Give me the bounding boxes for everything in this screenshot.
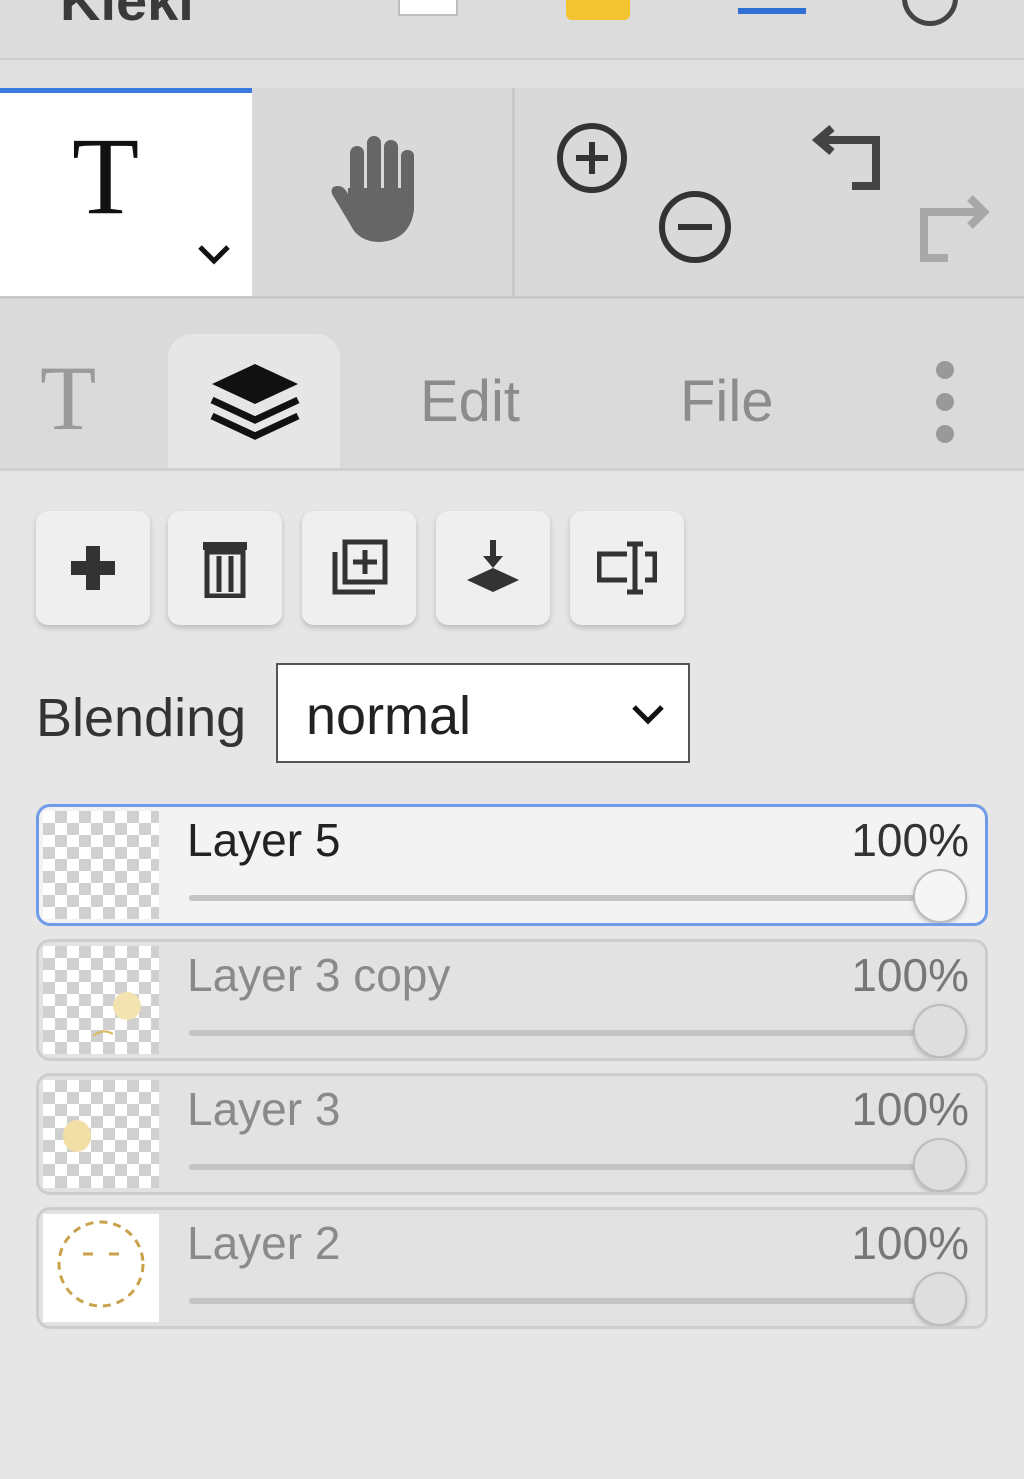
tool-toolbar: T <box>0 88 1024 299</box>
opacity-slider-thumb[interactable] <box>913 1138 967 1192</box>
layer-thumbnail <box>43 946 159 1054</box>
active-indicator <box>738 8 806 14</box>
hand-icon[interactable] <box>320 128 440 248</box>
tab-layers[interactable] <box>168 334 340 468</box>
layer-name: Layer 2 <box>187 1217 341 1269</box>
blending-label: Blending <box>36 688 247 748</box>
app-header: Kleki <box>0 0 1024 60</box>
help-icon[interactable] <box>902 0 958 26</box>
toolbar-divider <box>512 88 515 296</box>
layers-panel: Blending normal Layer 5 100% Layer 3 cop… <box>0 471 1024 1479</box>
text-tool-icon: T <box>72 115 140 237</box>
chevron-down-icon[interactable] <box>196 239 232 269</box>
layer-opacity-value: 100% <box>851 814 969 866</box>
layer-name: Layer 5 <box>187 814 341 866</box>
blending-select[interactable]: normal <box>276 663 690 763</box>
zoom-in-icon[interactable] <box>554 120 630 196</box>
app-logo: Kleki <box>60 0 194 32</box>
tab-text[interactable]: T <box>40 352 96 444</box>
text-tool-button[interactable]: T <box>0 88 252 296</box>
plus-icon <box>71 546 115 590</box>
tab-edit[interactable]: Edit <box>420 368 520 435</box>
duplicate-layer-button[interactable] <box>302 511 416 625</box>
zoom-out-icon[interactable] <box>656 188 734 266</box>
layer-row[interactable]: Layer 3 copy 100% <box>36 939 988 1061</box>
rename-layer-button[interactable] <box>570 511 684 625</box>
layer-thumbnail <box>43 1080 159 1188</box>
duplicate-icon <box>332 539 388 595</box>
layer-name: Layer 3 <box>187 1083 341 1135</box>
more-vertical-icon[interactable] <box>920 356 970 448</box>
blending-value: normal <box>306 686 472 746</box>
secondary-color-swatch[interactable] <box>398 0 458 16</box>
layer-opacity-value: 100% <box>851 1083 969 1135</box>
layer-thumbnail <box>43 811 159 919</box>
opacity-slider-track[interactable] <box>189 1030 939 1036</box>
undo-icon[interactable] <box>812 118 888 194</box>
merge-down-icon <box>467 540 519 592</box>
opacity-slider-track[interactable] <box>189 1298 939 1304</box>
redo-icon[interactable] <box>914 188 990 264</box>
panel-tabs: T Edit File <box>0 300 1024 471</box>
opacity-slider-thumb[interactable] <box>913 1004 967 1058</box>
layer-row[interactable]: Layer 2 100% <box>36 1207 988 1329</box>
layers-icon <box>210 364 300 440</box>
opacity-slider-track[interactable] <box>189 895 939 901</box>
trash-icon <box>203 542 247 598</box>
merge-down-button[interactable] <box>436 511 550 625</box>
tab-file[interactable]: File <box>680 368 773 435</box>
layer-opacity-value: 100% <box>851 1217 969 1269</box>
add-layer-button[interactable] <box>36 511 150 625</box>
layer-opacity-value: 100% <box>851 949 969 1001</box>
rename-icon <box>597 541 657 595</box>
opacity-slider-track[interactable] <box>189 1164 939 1170</box>
opacity-slider-thumb[interactable] <box>913 869 967 923</box>
layer-row[interactable]: Layer 3 100% <box>36 1073 988 1195</box>
layer-thumbnail <box>43 1214 159 1322</box>
chevron-down-icon <box>632 705 664 725</box>
primary-color-swatch[interactable] <box>566 0 630 20</box>
layer-row[interactable]: Layer 5 100% <box>36 804 988 926</box>
opacity-slider-thumb[interactable] <box>913 1272 967 1326</box>
delete-layer-button[interactable] <box>168 511 282 625</box>
layer-name: Layer 3 copy <box>187 949 451 1001</box>
